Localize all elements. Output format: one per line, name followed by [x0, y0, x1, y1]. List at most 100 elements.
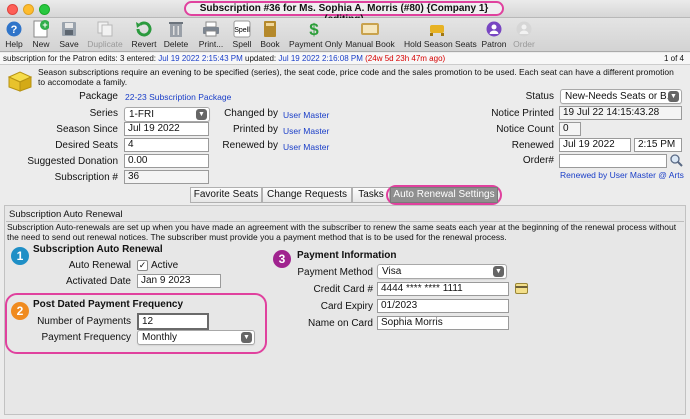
active-checkbox[interactable]: ✓ [137, 260, 148, 271]
record-pager: 1 of 4 [663, 54, 684, 63]
notice-count-label: Notice Count [496, 124, 554, 135]
name-on-card-label: Name on Card [307, 318, 373, 329]
new-document-icon: + [30, 19, 52, 38]
credit-card-label: Credit Card # [313, 284, 373, 295]
suggested-donation-field[interactable]: 0.00 [124, 154, 209, 168]
activated-date-label: Activated Date [65, 276, 131, 287]
minimize-window-button[interactable] [23, 4, 34, 15]
section-2-title: Post Dated Payment Frequency [33, 299, 184, 310]
number-of-payments-field[interactable]: 12 [137, 313, 209, 330]
tab-tasks[interactable]: Tasks [352, 187, 390, 203]
status-label: Status [525, 91, 554, 102]
payment-method-label: Payment Method [297, 267, 373, 278]
printed-by-link[interactable]: User Master [283, 126, 329, 136]
seats-icon [426, 19, 448, 38]
age-text: (24w 5d 23h 47m ago) [365, 54, 446, 63]
season-since-field[interactable]: Jul 19 2022 [124, 122, 209, 136]
notice-printed-label: Notice Printed [491, 108, 554, 119]
duplicate-label: Duplicate [87, 39, 123, 49]
svg-text:?: ? [11, 24, 18, 36]
credit-card-field[interactable]: 4444 **** **** 1111 [377, 282, 509, 296]
hold-season-seats-button[interactable]: Hold Season Seats [404, 19, 477, 49]
renewed-by-link[interactable]: User Master [283, 142, 329, 152]
help-button[interactable]: ? Help [3, 19, 25, 49]
payment-frequency-value: Monthly [142, 332, 178, 343]
duplicate-icon [94, 19, 116, 38]
name-on-card-field[interactable]: Sophia Morris [377, 316, 509, 330]
edits-count: 3 [119, 54, 125, 63]
order-button[interactable]: Order [512, 19, 536, 49]
zoom-window-button[interactable] [39, 4, 50, 15]
new-button[interactable]: + New [29, 19, 53, 50]
tab-auto-renewal-settings[interactable]: Auto Renewal Settings [390, 187, 498, 203]
revert-label: Revert [131, 39, 157, 49]
desired-seats-field[interactable]: 4 [124, 138, 209, 152]
print-button[interactable]: Print... [196, 19, 226, 49]
save-icon [58, 19, 80, 38]
credit-card-icon[interactable] [515, 283, 528, 297]
spell-button[interactable]: Spell Spell [231, 19, 253, 49]
updated-timestamp: Jul 19 2022 2:16:08 PM [278, 54, 363, 63]
magnifier-icon[interactable] [670, 154, 683, 170]
updated-label: updated: [245, 54, 277, 63]
section-1-title: Subscription Auto Renewal [33, 244, 163, 255]
activated-date-field[interactable]: Jan 9 2023 [137, 274, 221, 288]
tab-change-requests[interactable]: Change Requests [262, 187, 352, 203]
series-select[interactable]: 1-FRI ▼ [124, 107, 210, 122]
delete-button[interactable]: Delete [163, 19, 189, 49]
notice-count-field: 0 [559, 122, 581, 136]
suggested-donation-label: Suggested Donation [27, 156, 118, 167]
renewed-label: Renewed [511, 140, 554, 151]
card-expiry-label: Card Expiry [320, 301, 373, 312]
renewed-time-field[interactable]: 2:15 PM [634, 138, 682, 152]
step-3-badge: 3 [273, 250, 291, 268]
manual-book-button[interactable]: Manual Book [345, 19, 395, 49]
patron-button[interactable]: Patron [480, 19, 508, 49]
new-label: New [32, 39, 50, 49]
manual-book-icon [359, 19, 381, 38]
subscription-number-field: 36 [124, 170, 209, 184]
payment-frequency-select[interactable]: Monthly ▼ [137, 330, 255, 345]
payment-frequency-label: Payment Frequency [41, 332, 132, 343]
number-of-payments-label: Number of Payments [37, 316, 131, 327]
dollar-icon: $ [303, 19, 325, 38]
close-window-button[interactable] [7, 4, 18, 15]
entered-label: entered: [126, 54, 157, 63]
revert-icon [133, 19, 155, 38]
order-number-field[interactable] [559, 154, 667, 168]
save-button[interactable]: Save [57, 19, 81, 49]
svg-text:+: + [42, 20, 47, 30]
duplicate-button[interactable]: Duplicate [86, 19, 124, 49]
record-info: subscription for the Patron edits: 3 ent… [3, 53, 445, 65]
window-title: Subscription #36 for Ms. Sophia A. Morri… [184, 1, 504, 25]
renewed-date-field[interactable]: Jul 19 2022 [559, 138, 631, 152]
order-label: Order [513, 39, 535, 49]
panel-description: Subscription Auto-renewals are set up wh… [7, 222, 677, 242]
renewed-note-link[interactable]: Renewed by User Master @ Arts Ma [560, 170, 686, 180]
info-prefix: subscription for the Patron edits: [3, 54, 118, 63]
panel-title: Subscription Auto Renewal [9, 209, 123, 220]
payment-only-button[interactable]: $ Payment Only [289, 19, 342, 50]
card-expiry-field[interactable]: 01/2023 [377, 299, 509, 313]
svg-text:Spell: Spell [234, 27, 250, 34]
changed-by-link[interactable]: User Master [283, 110, 329, 120]
subscription-number-label: Subscription # [54, 172, 118, 183]
title-bar: Subscription #36 for Ms. Sophia A. Morri… [0, 0, 690, 25]
book-label: Book [260, 39, 280, 49]
book-button[interactable]: Book [258, 19, 282, 49]
chevron-down-icon: ▼ [493, 266, 504, 277]
manual-book-label: Manual Book [345, 39, 395, 49]
printer-icon [200, 19, 222, 38]
toolbar: ? Help + New Save Duplicate Revert Delet… [0, 18, 690, 52]
series-value: 1-FRI [129, 109, 154, 120]
status-select[interactable]: New-Needs Seats or B... ▼ [560, 89, 682, 104]
patron-label: Patron [481, 39, 507, 49]
revert-button[interactable]: Revert [130, 19, 158, 49]
chevron-down-icon: ▼ [668, 91, 679, 102]
print-label: Print... [198, 39, 224, 49]
package-label: Package [79, 91, 118, 102]
tab-favorite-seats[interactable]: Favorite Seats [190, 187, 262, 203]
payment-method-select[interactable]: Visa ▼ [377, 264, 507, 279]
package-link[interactable]: 22-23 Subscription Package [125, 92, 231, 102]
order-number-label: Order# [522, 155, 554, 166]
